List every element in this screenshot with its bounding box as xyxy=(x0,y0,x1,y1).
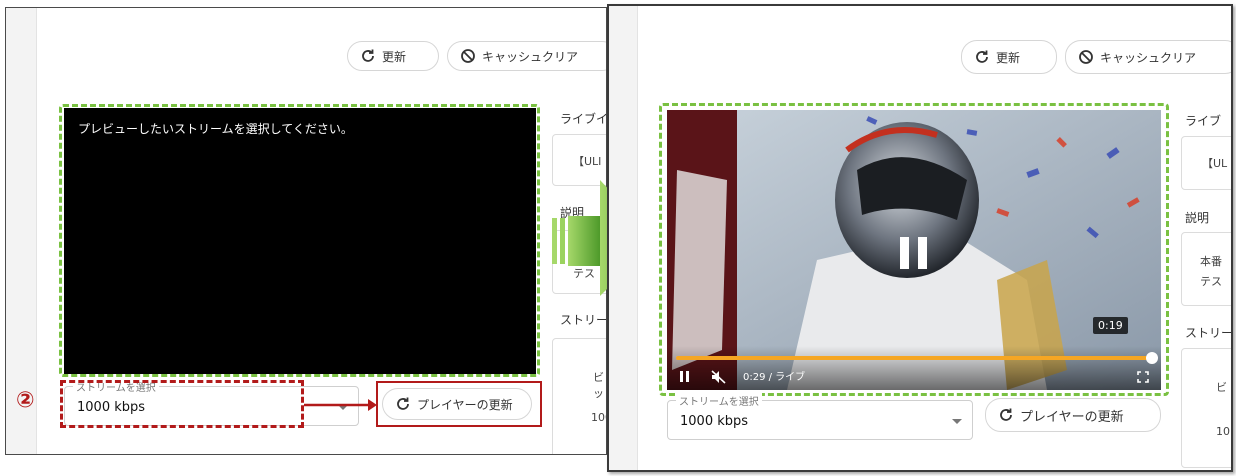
stream-label: ストリー xyxy=(560,313,607,327)
live-label: ライブ xyxy=(1185,114,1222,128)
table-row-value: 10 xyxy=(1216,425,1230,438)
cache-clear-label: キャッシュクリア xyxy=(1100,50,1197,65)
red-arrow-icon xyxy=(304,399,377,411)
progress-bar[interactable] xyxy=(676,352,1158,364)
after-screenshot: 更新 キャッシュクリア 0:19 0:29 / ライブ ライブ 【UL 説明 本… xyxy=(607,4,1233,472)
stream-select-value: 1000 kbps xyxy=(680,414,749,429)
live-value: 【UL xyxy=(1202,157,1228,170)
table-row-value: 100 xyxy=(591,411,606,424)
refresh-icon xyxy=(1000,408,1012,421)
cache-clear-label: キャッシュクリア xyxy=(482,49,579,64)
fullscreen-icon[interactable] xyxy=(1137,371,1149,383)
mute-icon[interactable] xyxy=(711,370,727,384)
cache-clear-button[interactable]: キャッシュクリア xyxy=(447,41,606,71)
refresh-label: 更新 xyxy=(382,49,407,64)
before-screenshot: 更新 キャッシュクリア プレビューしたいストリームを選択してください。 ライブイ… xyxy=(5,7,607,455)
description-line2: テス xyxy=(1200,275,1222,288)
cache-clear-button[interactable]: キャッシュクリア xyxy=(1065,40,1231,74)
hover-time-tooltip: 0:19 xyxy=(1093,317,1128,334)
refresh-button[interactable]: 更新 xyxy=(961,40,1057,74)
progress-fill xyxy=(676,356,1152,360)
refresh-button[interactable]: 更新 xyxy=(347,41,439,71)
player-refresh-highlight xyxy=(376,381,542,427)
stream-table: ビッ 100 xyxy=(552,338,606,454)
table-header-bitrate: ビ xyxy=(1216,381,1227,394)
right-gutter xyxy=(609,6,638,470)
preview-prompt: プレビューしたいストリームを選択してください。 xyxy=(78,122,353,136)
player-refresh-button[interactable]: プレイヤーの更新 xyxy=(985,398,1161,432)
step-marker: ② xyxy=(16,388,35,413)
block-icon xyxy=(1079,50,1093,64)
preview-player-empty[interactable]: プレビューしたいストリームを選択してください。 xyxy=(64,108,536,374)
description-label: 説明 xyxy=(1185,211,1210,225)
refresh-icon xyxy=(362,49,374,62)
stream-select-highlight xyxy=(60,380,304,428)
description-line1: 本番 xyxy=(1200,255,1222,268)
live-field: 【UL xyxy=(1181,136,1231,190)
stream-label: ストリー xyxy=(1185,326,1233,340)
live-value: 【ULI xyxy=(573,155,602,168)
live-label: ライブイ xyxy=(560,112,607,126)
stream-table: ビ 10 xyxy=(1181,348,1231,468)
player-refresh-label: プレイヤーの更新 xyxy=(1020,409,1124,425)
stream-select[interactable]: ストリームを選択 1000 kbps xyxy=(667,393,973,440)
progress-handle[interactable] xyxy=(1146,352,1158,364)
stream-select-label: ストリームを選択 xyxy=(676,393,762,408)
block-icon xyxy=(461,49,475,63)
refresh-icon xyxy=(976,50,988,63)
description-field: 本番 テス xyxy=(1181,232,1231,306)
table-header-bitrate: ビッ xyxy=(593,371,604,400)
control-bar xyxy=(667,346,1161,390)
pause-icon[interactable] xyxy=(680,371,690,382)
video-player[interactable]: 0:19 0:29 / ライブ xyxy=(667,110,1161,390)
refresh-label: 更新 xyxy=(996,50,1021,65)
chevron-down-icon xyxy=(952,419,962,424)
pause-overlay-icon[interactable] xyxy=(900,237,928,269)
timecode: 0:29 / ライブ xyxy=(743,372,806,383)
